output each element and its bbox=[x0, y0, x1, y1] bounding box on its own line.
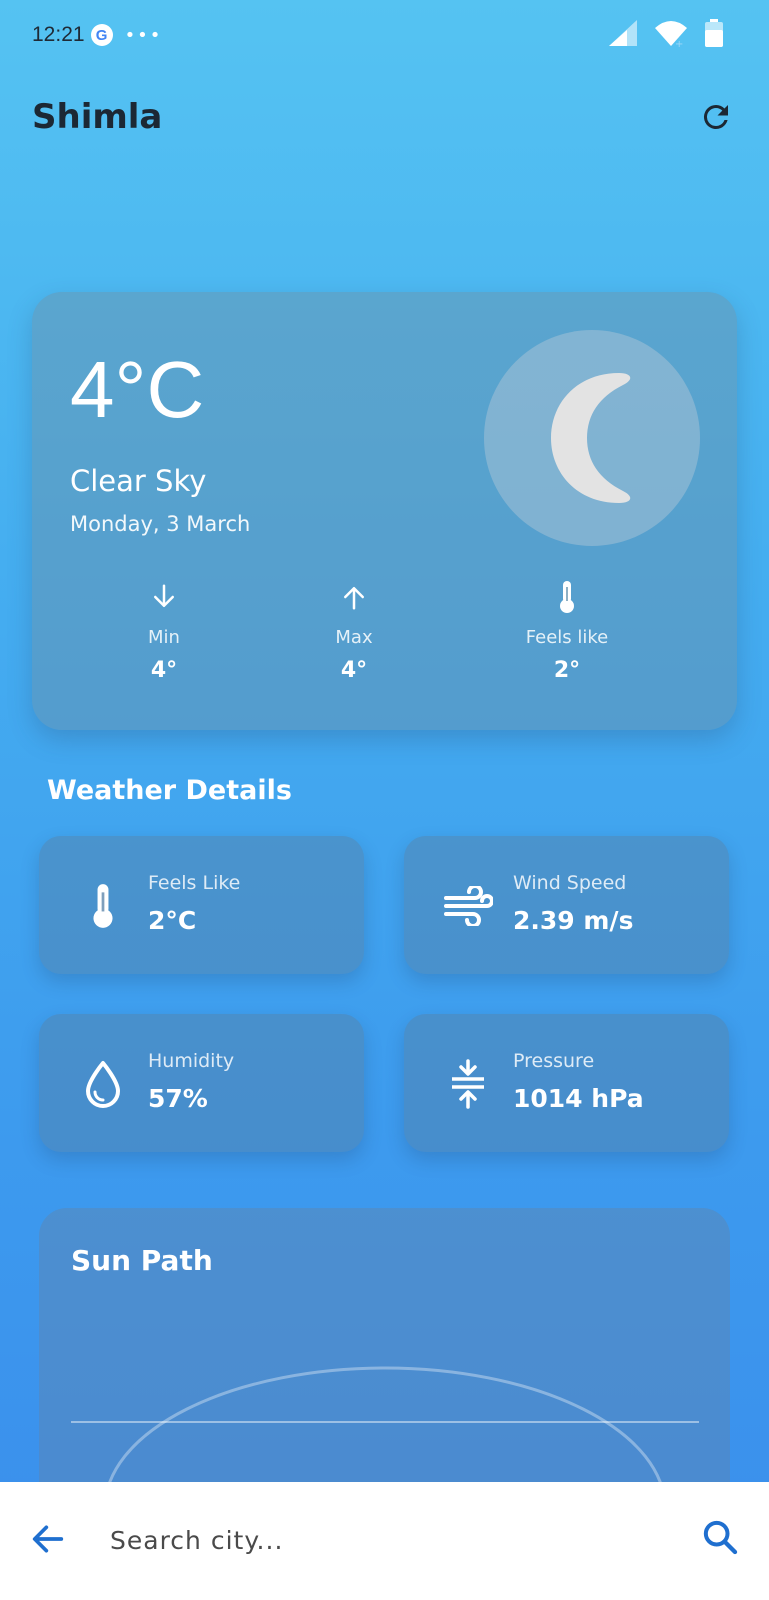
water-drop-icon bbox=[86, 1061, 120, 1108]
search-icon bbox=[703, 1520, 738, 1555]
detail-card-humidity: Humidity 57% bbox=[39, 1014, 364, 1152]
arrow-down-icon bbox=[154, 584, 174, 607]
stat-feels-like: Feels like 2° bbox=[492, 577, 642, 683]
status-icons: + bbox=[607, 18, 725, 48]
status-bar: 12:21 G ••• + bbox=[0, 0, 769, 70]
city-title: Shimla bbox=[32, 97, 163, 137]
stat-max-label: Max bbox=[335, 627, 373, 648]
back-button[interactable] bbox=[28, 1519, 68, 1559]
stat-min: Min 4° bbox=[89, 577, 239, 683]
app-header: Shimla bbox=[32, 92, 737, 142]
current-temperature: 4°C bbox=[70, 345, 205, 434]
arrow-up-icon bbox=[344, 587, 364, 610]
thermometer-icon bbox=[560, 581, 574, 613]
search-button[interactable] bbox=[700, 1517, 744, 1561]
compress-icon bbox=[452, 1059, 484, 1109]
detail-label: Wind Speed bbox=[513, 872, 627, 894]
detail-value: 1014 hPa bbox=[513, 1084, 644, 1113]
stat-max-value: 4° bbox=[340, 658, 368, 683]
arrow-back-icon bbox=[32, 1525, 64, 1553]
signal-icon bbox=[609, 20, 637, 46]
stat-feels-like-value: 2° bbox=[553, 658, 581, 683]
stat-min-label: Min bbox=[148, 627, 180, 648]
detail-card-wind-speed: Wind Speed 2.39 m/s bbox=[404, 836, 729, 974]
svg-text:+: + bbox=[675, 39, 683, 48]
stat-max: Max 4° bbox=[279, 577, 429, 683]
refresh-icon bbox=[703, 104, 728, 129]
google-icon: G bbox=[90, 24, 113, 46]
wifi-icon: + bbox=[655, 21, 687, 48]
current-weather-card: 4°C Clear Sky Monday, 3 March Min 4° Max… bbox=[32, 292, 737, 730]
sun-path-arc bbox=[71, 1366, 699, 1508]
stat-min-value: 4° bbox=[150, 658, 178, 683]
current-date: Monday, 3 March bbox=[70, 512, 251, 536]
weather-condition: Clear Sky bbox=[70, 464, 207, 498]
search-bar bbox=[0, 1482, 769, 1600]
weather-details-title: Weather Details bbox=[47, 775, 292, 806]
thermometer-icon bbox=[93, 884, 113, 928]
stat-feels-like-label: Feels like bbox=[525, 627, 609, 648]
weather-icon-circle bbox=[484, 330, 700, 546]
detail-value: 2°C bbox=[148, 906, 197, 935]
search-input[interactable] bbox=[110, 1512, 670, 1568]
more-dots-icon: ••• bbox=[124, 24, 163, 46]
battery-icon bbox=[705, 19, 723, 47]
wind-icon bbox=[444, 886, 493, 926]
detail-value: 2.39 m/s bbox=[513, 906, 634, 935]
detail-label: Humidity bbox=[148, 1050, 235, 1072]
detail-label: Pressure bbox=[513, 1050, 595, 1072]
detail-value: 57% bbox=[148, 1084, 208, 1113]
detail-card-feels-like: Feels Like 2°C bbox=[39, 836, 364, 974]
status-time: 12:21 bbox=[32, 23, 85, 46]
detail-label: Feels Like bbox=[148, 872, 241, 894]
sun-path-card: Sun Path bbox=[39, 1208, 730, 1508]
refresh-button[interactable] bbox=[695, 96, 737, 138]
detail-card-pressure: Pressure 1014 hPa bbox=[404, 1014, 729, 1152]
moon-icon bbox=[551, 373, 631, 503]
